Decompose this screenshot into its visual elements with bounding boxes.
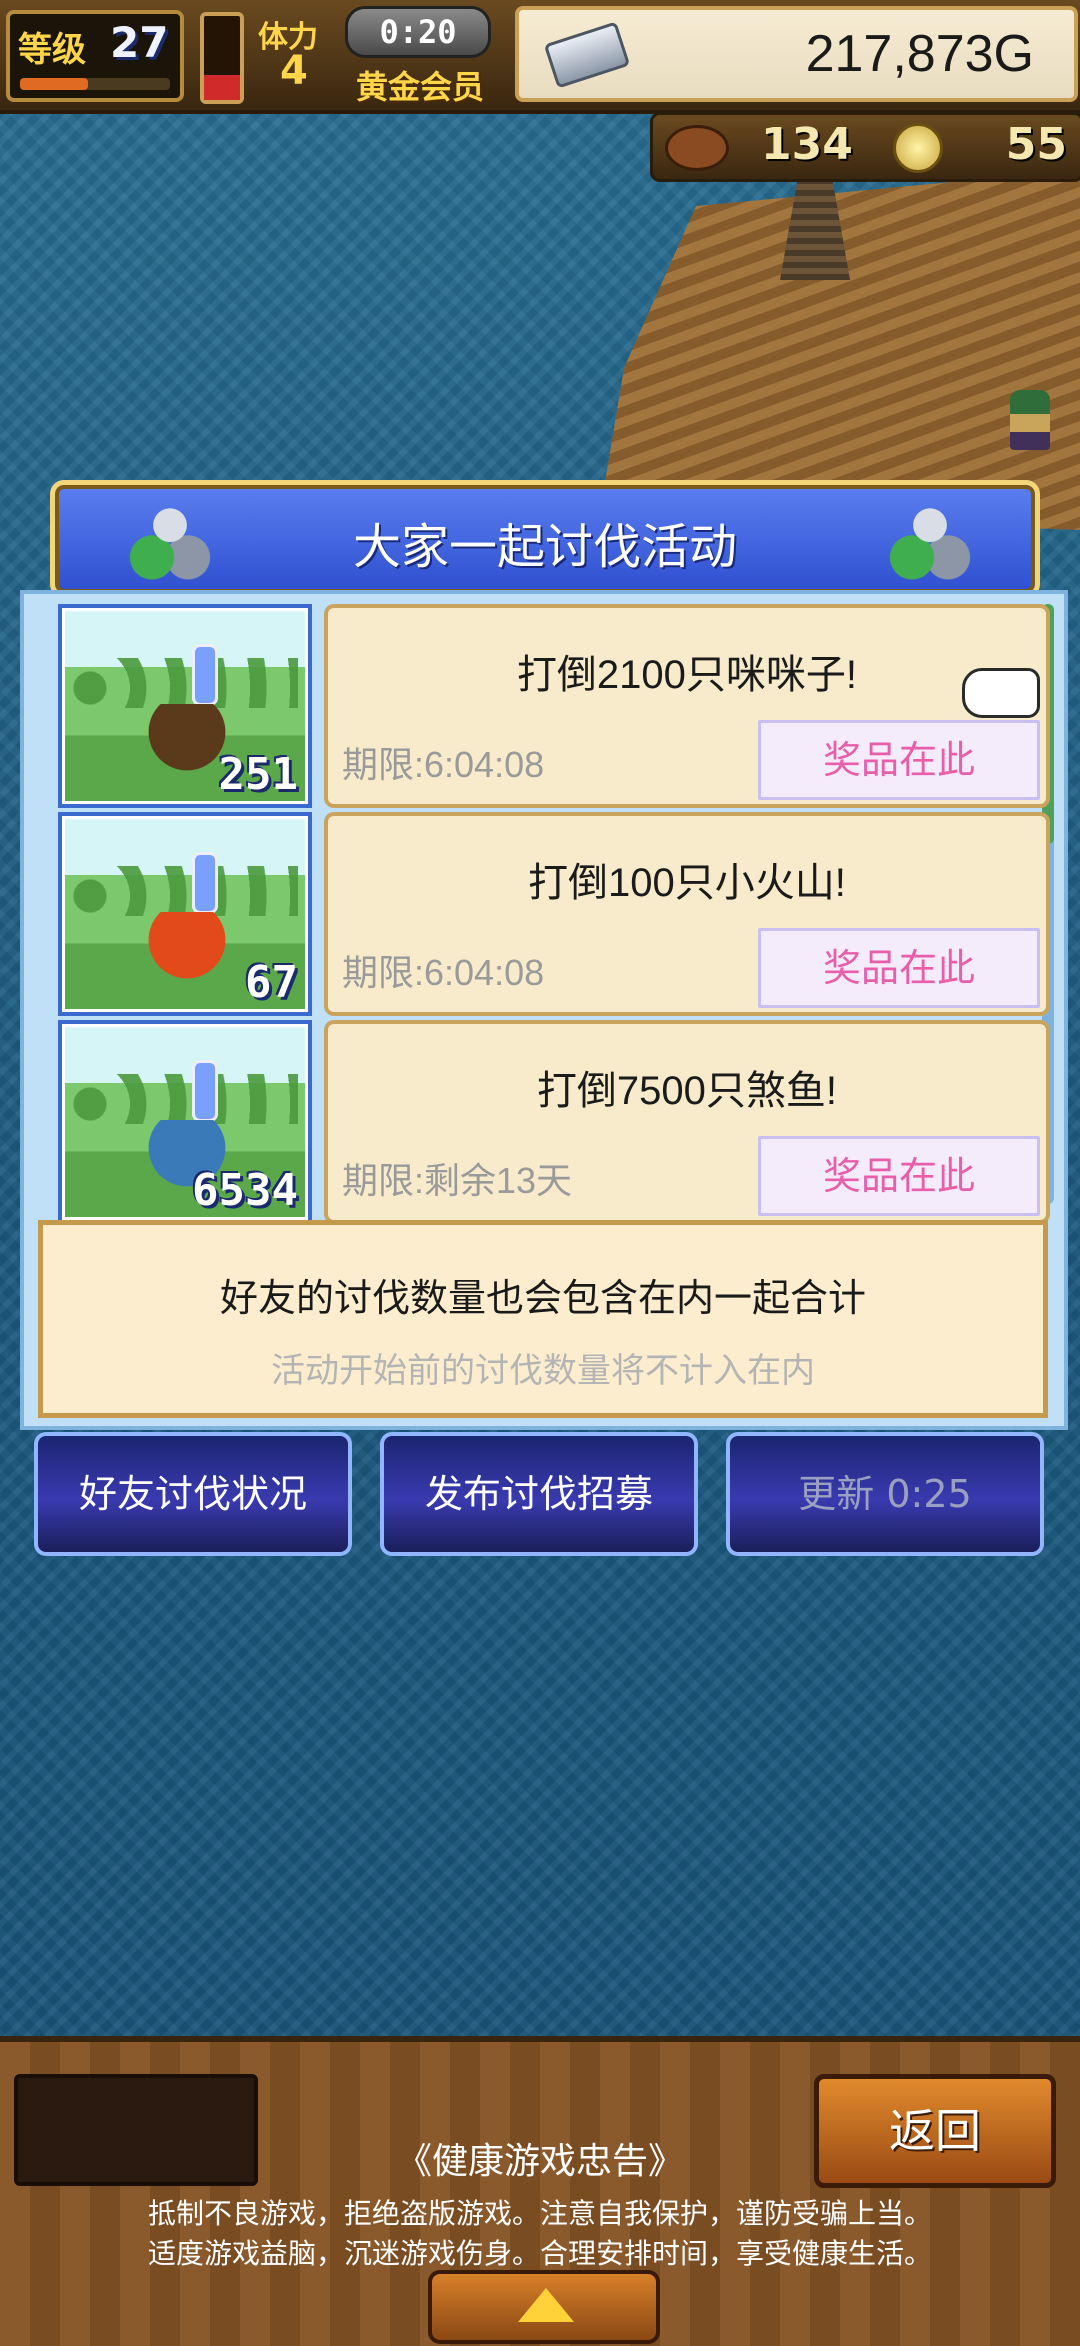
notice-main-text: 好友的讨伐数量也会包含在内一起合计 — [219, 1276, 866, 1320]
event-deadline: 期限:6:04:08 — [342, 744, 545, 785]
event-row: 251 打倒2100只咪咪子! 期限:6:04:08 奖品在此 — [38, 604, 1050, 808]
event-title: 打倒7500只煞鱼! — [536, 1069, 838, 1113]
event-card: 打倒100只小火山! 期限:6:04:08 奖品在此 — [324, 812, 1050, 1016]
health-advice-line: 适度游戏益脑，沉迷游戏伤身。合理安排时间，享受健康生活。 — [147, 2237, 932, 2270]
stamina-timer: 0:20 — [345, 6, 491, 58]
coin-count: 55 — [1005, 119, 1067, 170]
bottom-bar: 返回 《健康游戏忠告》 抵制不良游戏，拒绝盗版游戏。注意自我保护，谨防受骗上当。… — [0, 2036, 1080, 2346]
level-value: 27 — [110, 18, 169, 67]
event-deadline: 期限:剩余13天 — [342, 1160, 573, 1201]
refresh-button[interactable]: 更新 0:25 — [726, 1432, 1044, 1556]
event-title: 打倒100只小火山! — [528, 861, 846, 905]
kill-count: 251 — [218, 749, 298, 800]
health-advice-line: 抵制不良游戏，拒绝盗版游戏。注意自我保护，谨防受骗上当。 — [147, 2197, 932, 2230]
level-label: 等级 — [18, 30, 86, 70]
recruit-button[interactable]: 发布讨伐招募 — [380, 1432, 698, 1556]
knight-shield-icon — [885, 493, 975, 585]
trees-decoration — [70, 1074, 298, 1124]
exclamation-icon — [192, 644, 218, 706]
event-title: 打倒2100只咪咪子! — [516, 653, 858, 697]
xp-bar — [20, 78, 170, 90]
event-thumbnail[interactable]: 6534 — [58, 1020, 312, 1224]
resource-bar: 134 55 — [650, 112, 1080, 182]
meat-icon — [665, 125, 729, 171]
prize-button[interactable]: 奖品在此 — [758, 1136, 1040, 1216]
event-thumbnail[interactable]: 251 — [58, 604, 312, 808]
stamina-fill — [204, 74, 240, 100]
stamina-gauge — [200, 12, 244, 104]
event-row: 6534 打倒7500只煞鱼! 期限:剩余13天 奖品在此 — [38, 1020, 1050, 1224]
event-deadline: 期限:6:04:08 — [342, 952, 545, 993]
notice-box: 好友的讨伐数量也会包含在内一起合计 活动开始前的讨伐数量将不计入在内 — [38, 1220, 1048, 1418]
exclamation-icon — [192, 852, 218, 914]
stamina-box[interactable]: 体力 4 — [252, 8, 342, 98]
event-thumbnail[interactable]: 67 — [58, 812, 312, 1016]
silver-bar-icon — [543, 21, 631, 89]
event-panel-header: 大家一起讨伐活动 — [50, 480, 1040, 598]
membership-badge[interactable]: 黄金会员 — [356, 62, 484, 108]
event-row: 67 打倒100只小火山! 期限:6:04:08 奖品在此 — [38, 812, 1050, 1016]
trees-decoration — [70, 658, 298, 708]
stamina-value: 4 — [280, 48, 308, 94]
fire-spirit-icon — [132, 912, 242, 982]
notice-sub-text: 活动开始前的讨伐数量将不计入在内 — [271, 1351, 815, 1391]
hand-pointer-icon — [962, 668, 1040, 718]
event-card: 打倒2100只咪咪子! 期限:6:04:08 奖品在此 — [324, 604, 1050, 808]
exclamation-icon — [192, 1060, 218, 1122]
kill-count: 6534 — [192, 1165, 298, 1216]
trees-decoration — [70, 866, 298, 916]
kill-count: 67 — [245, 957, 298, 1008]
sailor-sprite — [1010, 390, 1050, 450]
top-hud: 等级 27 体力 4 0:20 黄金会员 217,873G — [0, 0, 1080, 114]
arrow-up-icon — [518, 2288, 574, 2322]
friends-status-button[interactable]: 好友讨伐状况 — [34, 1432, 352, 1556]
gold-value: 217,873G — [805, 25, 1034, 83]
prize-button[interactable]: 奖品在此 — [758, 928, 1040, 1008]
medal-coin-icon — [893, 123, 943, 173]
prize-button[interactable]: 奖品在此 — [758, 720, 1040, 800]
gold-display[interactable]: 217,873G — [515, 6, 1078, 102]
expand-menu-button[interactable] — [428, 2270, 660, 2344]
event-panel-body: 251 打倒2100只咪咪子! 期限:6:04:08 奖品在此 67 打倒100… — [20, 590, 1068, 1430]
meat-count: 134 — [761, 119, 853, 170]
level-box[interactable]: 等级 27 — [6, 10, 184, 102]
health-advice-title: 《健康游戏忠告》 — [395, 2141, 684, 2182]
xp-fill — [20, 78, 88, 90]
event-card: 打倒7500只煞鱼! 期限:剩余13天 奖品在此 — [324, 1020, 1050, 1224]
